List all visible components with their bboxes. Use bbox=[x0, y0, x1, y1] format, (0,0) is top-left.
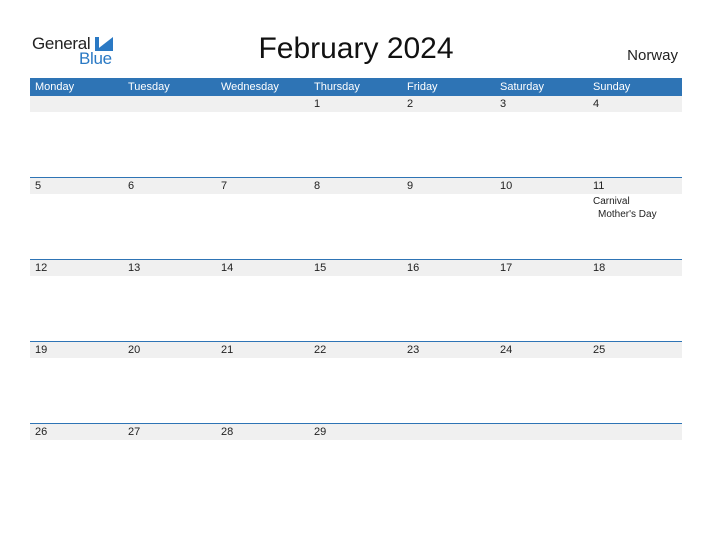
day-events bbox=[588, 112, 682, 113]
day-number: 13 bbox=[128, 262, 141, 274]
week-row: 26 27 28 29 bbox=[30, 423, 682, 505]
day-events bbox=[495, 358, 588, 359]
day-number: 18 bbox=[593, 262, 606, 274]
day-events bbox=[402, 440, 495, 441]
day-number: 9 bbox=[407, 180, 414, 192]
weekday-header: Thursday bbox=[314, 81, 360, 93]
country-label: Norway bbox=[627, 47, 678, 64]
day-number-bar: 12 13 14 15 16 17 18 bbox=[30, 260, 682, 276]
day-events bbox=[309, 194, 402, 221]
day-number: 14 bbox=[221, 262, 234, 274]
day-events bbox=[588, 276, 682, 277]
day-events bbox=[402, 276, 495, 277]
day-number: 19 bbox=[35, 344, 48, 356]
day-number: 29 bbox=[314, 426, 327, 438]
weekday-header: Wednesday bbox=[221, 81, 279, 93]
week-row: 12 13 14 15 16 17 18 bbox=[30, 259, 682, 341]
day-events bbox=[216, 440, 309, 441]
day-number-bar: 5 6 7 8 9 10 11 bbox=[30, 178, 682, 194]
holiday-label: Mother's Day bbox=[598, 209, 657, 220]
day-events bbox=[216, 194, 309, 221]
day-number: 16 bbox=[407, 262, 420, 274]
day-events bbox=[30, 112, 123, 113]
day-events bbox=[402, 112, 495, 113]
day-events bbox=[495, 440, 588, 441]
day-number: 6 bbox=[128, 180, 135, 192]
day-number bbox=[216, 96, 309, 112]
day-number: 8 bbox=[314, 180, 321, 192]
weekday-header: Tuesday bbox=[128, 81, 170, 93]
day-events bbox=[30, 276, 123, 277]
weekday-header: Saturday bbox=[500, 81, 545, 93]
day-number: 22 bbox=[314, 344, 327, 356]
weekday-header: Sunday bbox=[593, 81, 631, 93]
day-number-bar: 19 20 21 22 23 24 25 bbox=[30, 342, 682, 358]
holiday-label: Carnival bbox=[593, 196, 630, 207]
day-cells: Carnival Mother's Day bbox=[30, 194, 682, 221]
day-number: 28 bbox=[221, 426, 234, 438]
day-events bbox=[30, 440, 123, 441]
day-events bbox=[495, 194, 588, 221]
weekday-header: Monday bbox=[35, 81, 75, 93]
day-events bbox=[309, 440, 402, 441]
weeks-container: 1 2 3 4 5 6 7 8 9 10 11 Carnival Mother's Day 12 13 14 1… bbox=[30, 96, 682, 505]
day-cells bbox=[30, 440, 682, 441]
day-events bbox=[123, 440, 216, 441]
day-number bbox=[402, 424, 495, 440]
day-events bbox=[495, 276, 588, 277]
day-number bbox=[30, 96, 123, 112]
day-number: 10 bbox=[500, 180, 513, 192]
day-number: 12 bbox=[35, 262, 48, 274]
day-number: 4 bbox=[593, 98, 600, 110]
day-events bbox=[216, 112, 309, 113]
day-events bbox=[402, 194, 495, 221]
day-events bbox=[588, 358, 682, 359]
day-events bbox=[309, 358, 402, 359]
day-number-bar: 26 27 28 29 bbox=[30, 424, 682, 440]
day-events bbox=[123, 358, 216, 359]
day-number bbox=[588, 424, 682, 440]
day-number: 21 bbox=[221, 344, 234, 356]
day-cells bbox=[30, 112, 682, 113]
day-events bbox=[30, 194, 123, 221]
day-events bbox=[30, 358, 123, 359]
week-row: 19 20 21 22 23 24 25 bbox=[30, 341, 682, 423]
day-number: 20 bbox=[128, 344, 141, 356]
calendar-title: February 2024 bbox=[258, 32, 454, 65]
day-number: 25 bbox=[593, 344, 606, 356]
day-number: 1 bbox=[314, 98, 321, 110]
day-number bbox=[495, 424, 588, 440]
day-events bbox=[588, 440, 682, 441]
day-number: 2 bbox=[407, 98, 414, 110]
day-number: 23 bbox=[407, 344, 420, 356]
day-number: 5 bbox=[35, 180, 42, 192]
day-number bbox=[123, 96, 216, 112]
day-events bbox=[216, 276, 309, 277]
weekday-header: Friday bbox=[407, 81, 438, 93]
day-number: 11 bbox=[593, 180, 605, 192]
day-events bbox=[123, 276, 216, 277]
day-number: 3 bbox=[500, 98, 507, 110]
day-cells bbox=[30, 276, 682, 277]
day-number: 15 bbox=[314, 262, 327, 274]
weekday-header-row: Monday Tuesday Wednesday Thursday Friday… bbox=[30, 78, 682, 96]
day-events bbox=[309, 276, 402, 277]
week-row: 5 6 7 8 9 10 11 Carnival Mother's Day bbox=[30, 177, 682, 259]
day-events bbox=[123, 112, 216, 113]
day-number: 7 bbox=[221, 180, 228, 192]
day-events bbox=[309, 112, 402, 113]
day-events bbox=[495, 112, 588, 113]
day-number: 17 bbox=[500, 262, 513, 274]
day-number: 26 bbox=[35, 426, 48, 438]
day-events: Carnival Mother's Day bbox=[588, 194, 682, 221]
day-number-bar: 1 2 3 4 bbox=[30, 96, 682, 112]
day-events bbox=[402, 358, 495, 359]
day-events bbox=[216, 358, 309, 359]
week-row: 1 2 3 4 bbox=[30, 96, 682, 177]
day-cells bbox=[30, 358, 682, 359]
day-number: 24 bbox=[500, 344, 513, 356]
calendar-grid: Monday Tuesday Wednesday Thursday Friday… bbox=[30, 78, 682, 505]
day-number: 27 bbox=[128, 426, 141, 438]
day-events bbox=[123, 194, 216, 221]
